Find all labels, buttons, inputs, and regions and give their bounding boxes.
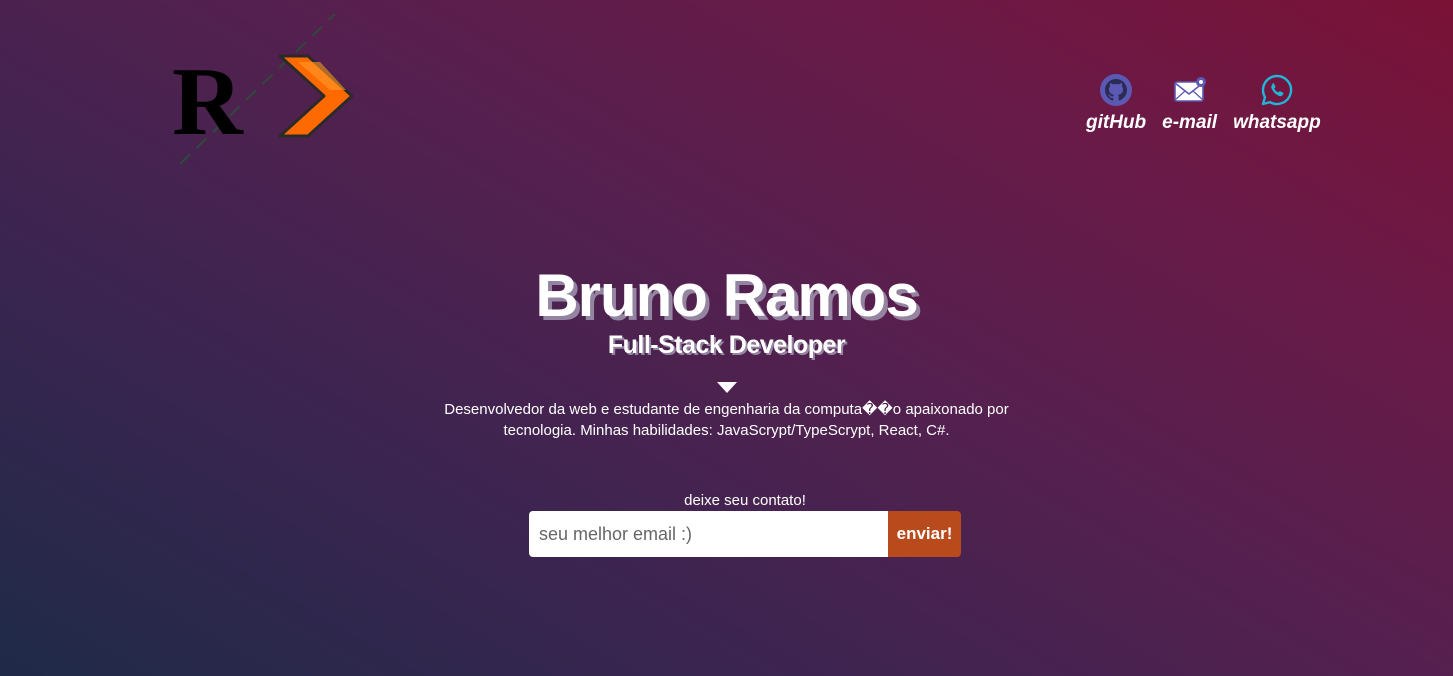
mail-icon <box>1172 72 1208 108</box>
social-label-email: e-mail <box>1162 112 1218 133</box>
hero: Bruno Ramos Full-Stack Developer Desenvo… <box>0 262 1453 441</box>
send-button[interactable]: enviar! <box>888 511 961 557</box>
social-label-github: gitHub <box>1086 112 1147 133</box>
github-icon <box>1098 72 1134 108</box>
caret-down-icon <box>716 382 737 393</box>
contact-section: deixe seu contato! enviar! <box>529 491 961 557</box>
hero-bio: Desenvolvedor da web e estudante de enge… <box>444 401 1009 439</box>
social-link-email[interactable]: e-mail <box>1162 72 1217 134</box>
contact-label: deixe seu contato! <box>684 492 806 509</box>
logo-letter: R <box>172 48 244 156</box>
whatsapp-icon <box>1259 72 1295 108</box>
logo[interactable]: R <box>170 14 360 169</box>
social-links: gitHub e-mail whatsapp <box>1086 72 1321 134</box>
hero-role: Full-Stack Developer <box>607 331 846 359</box>
email-input[interactable] <box>529 511 888 557</box>
contact-form: enviar! <box>529 511 961 557</box>
social-link-whatsapp[interactable]: whatsapp <box>1233 72 1321 134</box>
hero-name: Bruno Ramos <box>535 262 918 329</box>
social-link-github[interactable]: gitHub <box>1086 72 1146 134</box>
social-label-whatsapp: whatsapp <box>1233 112 1321 133</box>
